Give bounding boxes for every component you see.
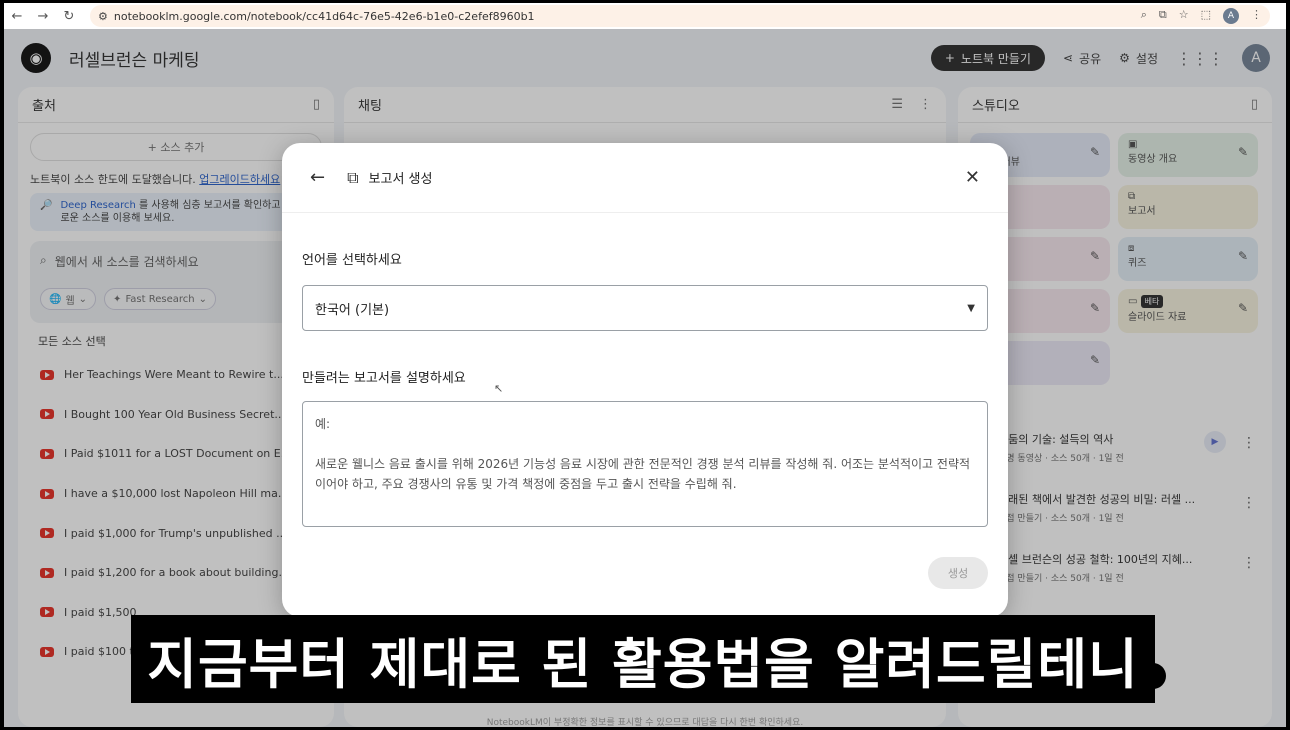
back-arrow-icon[interactable]: ← — [310, 167, 325, 188]
site-settings-icon[interactable]: ⚙ — [98, 10, 108, 23]
extensions-icon[interactable]: ⬚ — [1201, 8, 1211, 24]
address-bar[interactable]: ⚙ notebooklm.google.com/notebook/cc41d64… — [90, 5, 1270, 27]
create-report-dialog: ← ⧉ 보고서 생성 ✕ 언어를 선택하세요 한국어 (기본) ▼ 만들려는 보… — [282, 143, 1008, 617]
back-arrow-icon[interactable]: ← — [4, 9, 30, 24]
browser-menu-icon[interactable]: ⋮ — [1251, 8, 1262, 24]
report-add-icon: ⧉ — [347, 167, 359, 187]
dialog-title: 보고서 생성 — [368, 172, 433, 187]
browser-toolbar: ← → ↻ ⚙ notebooklm.google.com/notebook/c… — [4, 3, 1286, 29]
video-subtitle: 지금부터 제대로 된 활용법을 알려드릴테니 — [131, 615, 1166, 703]
forward-arrow-icon[interactable]: → — [30, 9, 56, 24]
bookmark-star-icon[interactable]: ☆ — [1179, 8, 1189, 24]
zoom-icon[interactable]: ⌕ — [1141, 8, 1147, 24]
install-icon[interactable]: ⧉ — [1159, 8, 1167, 24]
language-select[interactable]: 한국어 (기본) ▼ — [302, 285, 988, 331]
generate-button[interactable]: 생성 — [928, 557, 988, 589]
placeholder-example-text: 새로운 웰니스 음료 출시를 위해 2026년 기능성 음료 시장에 관한 전문… — [315, 457, 971, 491]
language-value: 한국어 (기본) — [315, 302, 390, 318]
disclaimer: NotebookLM이 부정확한 정보를 표시할 수 있으므로 대답을 다시 한… — [486, 718, 804, 727]
mouse-cursor-icon: ↖ — [494, 382, 504, 395]
describe-label: 만들려는 보고서를 설명하세요 — [302, 371, 466, 386]
browser-profile-avatar[interactable]: A — [1223, 8, 1239, 24]
dropdown-caret-icon: ▼ — [967, 302, 975, 314]
placeholder-example-label: 예: — [315, 417, 331, 431]
report-description-input[interactable]: 예: 새로운 웰니스 음료 출시를 위해 2026년 기능성 음료 시장에 관한… — [302, 401, 988, 527]
url-text: notebooklm.google.com/notebook/cc41d64c-… — [113, 9, 535, 23]
close-icon[interactable]: ✕ — [965, 167, 980, 188]
language-label: 언어를 선택하세요 — [302, 253, 402, 268]
reload-icon[interactable]: ↻ — [56, 9, 82, 24]
